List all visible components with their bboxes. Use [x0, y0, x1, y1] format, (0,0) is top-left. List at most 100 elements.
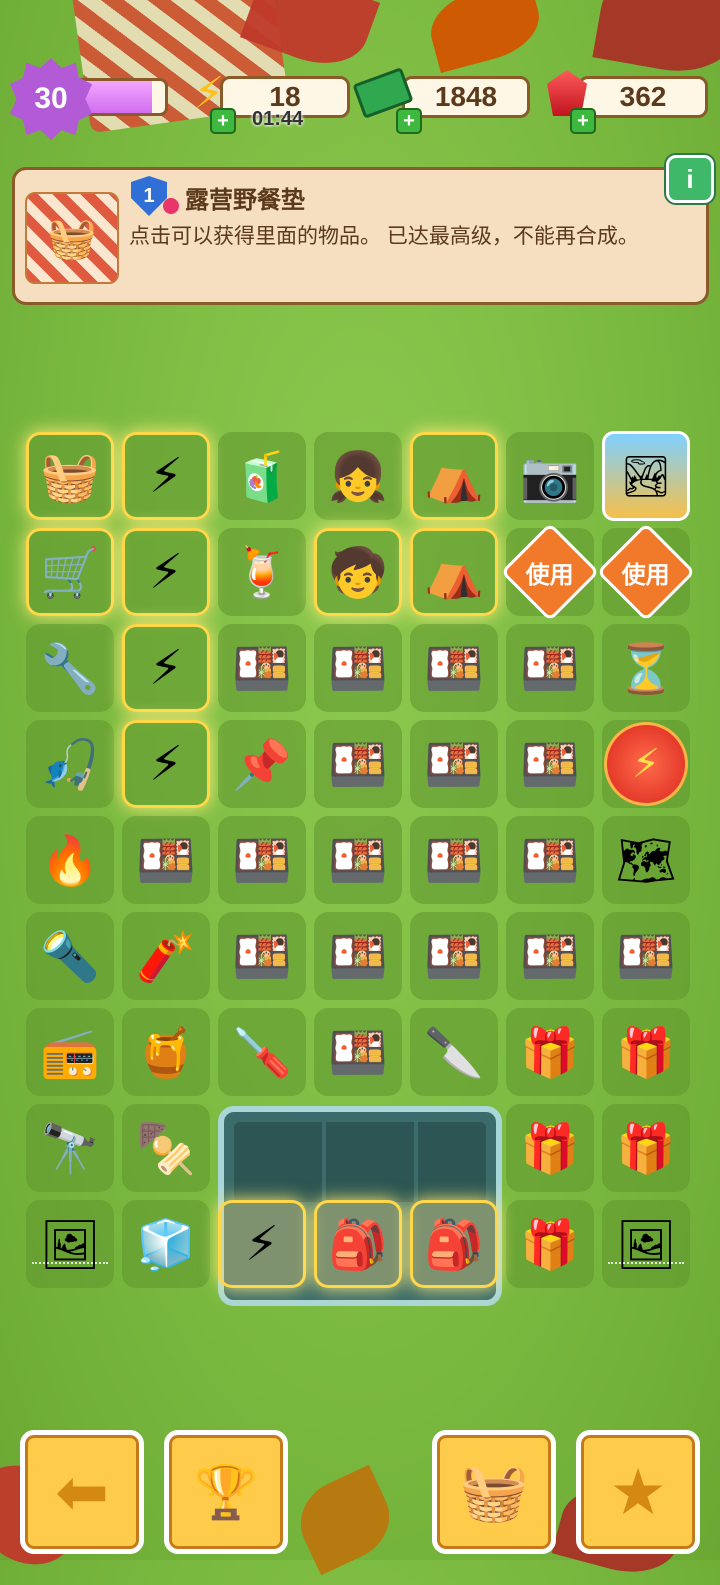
player-level-badge[interactable]: 30: [10, 58, 92, 140]
lunchbox-item[interactable]: 🍱: [122, 816, 210, 904]
use-label: 使用: [622, 561, 670, 589]
energy-bag-item[interactable]: ⚡: [122, 624, 210, 712]
flashlight-item[interactable]: 🔦: [26, 912, 114, 1000]
juice-pitcher-icon: 🍹: [232, 546, 292, 600]
treasure-chest-icon: 🎁: [520, 1218, 580, 1272]
info-button[interactable]: i: [666, 155, 714, 203]
gem-counter[interactable]: 362: [578, 76, 708, 118]
kebab-icon: 🍢: [136, 1122, 196, 1176]
lunchbox-item[interactable]: 🍱: [410, 720, 498, 808]
lunchbox-item[interactable]: 🍱: [314, 720, 402, 808]
kebab-item[interactable]: 🍢: [122, 1104, 210, 1192]
lunchbox-icon: 🍱: [232, 834, 292, 888]
fishing-gear-item[interactable]: 🎣: [26, 720, 114, 808]
gem-value: 362: [619, 81, 667, 112]
tent-bundle-item[interactable]: ⛺: [410, 528, 498, 616]
scenery-card-item[interactable]: 🏞: [602, 431, 690, 521]
use-item-button[interactable]: 使用: [500, 522, 600, 622]
lunchbox-icon: 🍱: [616, 930, 676, 984]
pocket-knife-item[interactable]: 🔪: [410, 1008, 498, 1096]
lunchbox-item[interactable]: 🍱: [218, 624, 306, 712]
photo-frame-item[interactable]: 🖼: [26, 1200, 114, 1288]
fishing-gear-icon: 🎣: [40, 738, 100, 792]
tasks-button[interactable]: ★: [576, 1430, 700, 1554]
energy-bag-item[interactable]: ⚡: [122, 528, 210, 616]
lunchbox-item[interactable]: 🍱: [602, 912, 690, 1000]
hourglass-card-item[interactable]: ⏳: [602, 624, 690, 712]
lunch-cart-item[interactable]: 🛒: [26, 528, 114, 616]
storage-slots: [234, 1122, 486, 1202]
camera-guy-item[interactable]: 📷: [506, 432, 594, 520]
telescope-icon: 🔭: [40, 1122, 100, 1176]
energy-bag-item[interactable]: ⚡: [122, 432, 210, 520]
camper-girl-item[interactable]: 👧: [314, 432, 402, 520]
info-icon: i: [686, 163, 694, 194]
treasure-chest-bolt-item[interactable]: 🎁: [602, 1104, 690, 1192]
honey-jar-item[interactable]: 🍯: [122, 1008, 210, 1096]
scenery-card-icon: 🏞: [602, 431, 690, 521]
cooler-box-item[interactable]: 🧊: [122, 1200, 210, 1288]
lunchbox-item[interactable]: 🍱: [314, 1008, 402, 1096]
juice-pitcher-item[interactable]: 🍹: [218, 528, 306, 616]
juice-bottle-item[interactable]: 🧃: [218, 432, 306, 520]
grill-stand-icon: 🔥: [40, 834, 100, 888]
treasure-chest-item[interactable]: 🎁: [602, 1008, 690, 1096]
picnic-mat-item[interactable]: 🧺: [26, 432, 114, 520]
lunchbox-icon: 🍱: [424, 642, 484, 696]
tools-item[interactable]: 🔧: [26, 624, 114, 712]
pocket-knife-icon: 🔪: [424, 1026, 484, 1080]
add-cash-button[interactable]: +: [396, 108, 422, 134]
energy-timer: 01:44: [252, 108, 304, 130]
lunchbox-item[interactable]: 🍱: [506, 624, 594, 712]
use-item-button[interactable]: 使用: [596, 522, 696, 622]
grill-stand-item[interactable]: 🔥: [26, 816, 114, 904]
lunchbox-item[interactable]: 🍱: [314, 624, 402, 712]
tent-bundle-item[interactable]: ⛺: [410, 432, 498, 520]
camera-guy-icon: 📷: [520, 450, 580, 504]
leaderboard-button[interactable]: 🏆: [164, 1430, 288, 1554]
hourglass-card-icon: ⏳: [616, 642, 676, 696]
cloud-hat-kid-icon: 🧒: [328, 546, 388, 600]
item-info-panel: 🧺 1 露营野餐垫 点击可以获得里面的物品。 已达最高级，不能再合成。: [12, 167, 709, 305]
tent-bundle-icon: ⛺: [424, 450, 484, 504]
back-button[interactable]: ⬅: [20, 1430, 144, 1554]
energy-bag-icon: ⚡: [149, 642, 183, 695]
screwdriver-item[interactable]: 🪛: [218, 1008, 306, 1096]
cobweb-decoration: [608, 1262, 684, 1290]
lunchbox-item[interactable]: 🍱: [506, 816, 594, 904]
photo-frame-item[interactable]: 🖼: [602, 1200, 690, 1288]
telescope-item[interactable]: 🔭: [26, 1104, 114, 1192]
lunchbox-item[interactable]: 🍱: [218, 912, 306, 1000]
map-scroll-item[interactable]: 🗺: [602, 816, 690, 904]
lunchbox-item[interactable]: 🍱: [410, 624, 498, 712]
matchbox-item[interactable]: 🧨: [122, 912, 210, 1000]
treasure-chest-item[interactable]: 🎁: [506, 1104, 594, 1192]
lunchbox-item[interactable]: 🍱: [314, 912, 402, 1000]
nail-item[interactable]: 📌: [218, 720, 306, 808]
lunchbox-icon: 🍱: [520, 834, 580, 888]
add-gems-button[interactable]: +: [570, 108, 596, 134]
treasure-chest-item[interactable]: 🎁: [506, 1200, 594, 1288]
cloud-hat-kid-item[interactable]: 🧒: [314, 528, 402, 616]
lunchbox-icon: 🍱: [424, 930, 484, 984]
lunchbox-big-item[interactable]: 🍱: [506, 912, 594, 1000]
pink-bag-icon: 🎒: [424, 1218, 484, 1272]
item-description: 点击可以获得里面的物品。 已达最高级，不能再合成。: [129, 225, 639, 248]
lunchbox-item[interactable]: 🍱: [410, 912, 498, 1000]
lunchbox-big-item[interactable]: 🍱: [410, 816, 498, 904]
treasure-chest-icon: 🎁: [616, 1026, 676, 1080]
shop-basket-button[interactable]: 🧺: [432, 1430, 556, 1554]
autumn-leaf: [287, 1464, 403, 1576]
lunchbox-item[interactable]: 🍱: [218, 816, 306, 904]
star-clipboard-icon: ★: [609, 1455, 667, 1528]
radio-item[interactable]: 📻: [26, 1008, 114, 1096]
pink-bag-item[interactable]: 🎒: [314, 1200, 402, 1288]
lunchbox-item[interactable]: 🍱: [314, 816, 402, 904]
pink-bag-item[interactable]: 🎒: [410, 1200, 498, 1288]
treasure-chest-item[interactable]: 🎁: [506, 1008, 594, 1096]
energy-bag-small-item[interactable]: ⚡: [122, 720, 210, 808]
add-energy-button[interactable]: +: [210, 108, 236, 134]
energy-bag-item[interactable]: ⚡: [218, 1200, 306, 1288]
energy-orb-item[interactable]: ⚡: [602, 720, 690, 808]
lunchbox-item[interactable]: 🍱: [506, 720, 594, 808]
